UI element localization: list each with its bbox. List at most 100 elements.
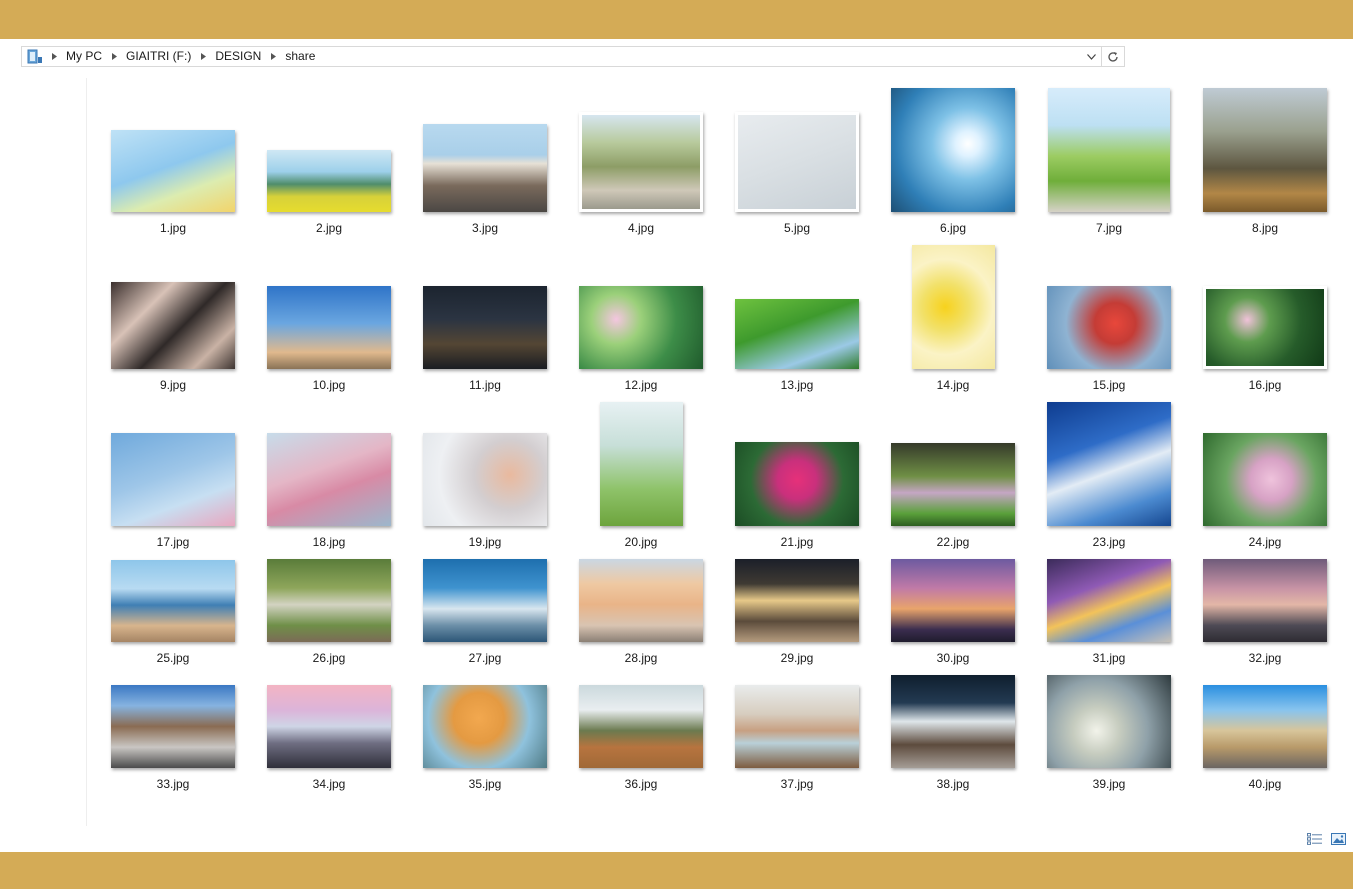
file-thumbnail[interactable] [423,433,547,526]
file-thumbnail[interactable] [579,685,703,768]
file-name-label[interactable]: 2.jpg [266,221,392,235]
file-name-label[interactable]: 36.jpg [578,777,704,791]
image-preview [891,443,1015,526]
file-thumbnail[interactable] [579,112,703,212]
image-preview [423,559,547,642]
image-preview [582,115,700,209]
file-thumbnail[interactable] [735,442,859,526]
file-name-label[interactable]: 37.jpg [734,777,860,791]
file-thumbnail[interactable] [1203,433,1327,526]
file-name-label[interactable]: 6.jpg [890,221,1016,235]
file-thumbnail[interactable] [111,130,235,212]
image-preview [111,130,235,212]
large-icons-view-icon[interactable] [1330,832,1347,845]
file-thumbnail[interactable] [1203,559,1327,642]
file-name-label[interactable]: 32.jpg [1202,651,1328,665]
file-thumbnail[interactable] [423,685,547,768]
file-name-label[interactable]: 24.jpg [1202,535,1328,549]
image-preview [423,286,547,369]
file-name-label[interactable]: 38.jpg [890,777,1016,791]
file-thumbnail[interactable] [111,685,235,768]
image-preview [579,685,703,768]
file-name-label[interactable]: 27.jpg [422,651,548,665]
file-name-label[interactable]: 10.jpg [266,378,392,392]
file-thumbnail[interactable] [267,433,391,526]
file-thumbnail[interactable] [267,559,391,642]
file-name-label[interactable]: 33.jpg [110,777,236,791]
file-thumbnail[interactable] [423,124,547,212]
file-name-label[interactable]: 22.jpg [890,535,1016,549]
file-name-label[interactable]: 16.jpg [1202,378,1328,392]
bottom-frame-band [0,852,1353,889]
file-thumbnail[interactable] [1047,402,1171,526]
file-thumbnail[interactable] [735,685,859,768]
image-preview [1047,675,1171,768]
file-name-label[interactable]: 14.jpg [890,378,1016,392]
file-thumbnail[interactable] [1203,88,1327,212]
file-name-label[interactable]: 5.jpg [734,221,860,235]
file-name-label[interactable]: 25.jpg [110,651,236,665]
file-name-label[interactable]: 17.jpg [110,535,236,549]
file-name-label[interactable]: 9.jpg [110,378,236,392]
file-name-label[interactable]: 39.jpg [1046,777,1172,791]
file-thumbnail[interactable] [1047,559,1171,642]
file-thumbnail[interactable] [912,245,995,369]
file-name-label[interactable]: 40.jpg [1202,777,1328,791]
file-name-label[interactable]: 13.jpg [734,378,860,392]
image-preview [735,559,859,642]
image-preview [738,115,856,209]
file-name-label[interactable]: 7.jpg [1046,221,1172,235]
file-name-label[interactable]: 19.jpg [422,535,548,549]
file-name-label[interactable]: 12.jpg [578,378,704,392]
image-preview [111,282,235,369]
image-preview [267,559,391,642]
file-thumbnail[interactable] [423,286,547,369]
file-name-label[interactable]: 20.jpg [578,535,704,549]
file-thumbnail[interactable] [111,433,235,526]
file-thumbnail[interactable] [1048,88,1170,212]
file-name-label[interactable]: 35.jpg [422,777,548,791]
file-thumbnail[interactable] [267,685,391,768]
file-thumbnail[interactable] [1047,286,1171,369]
details-view-icon[interactable] [1306,832,1323,845]
file-thumbnail[interactable] [891,88,1015,212]
image-preview [423,433,547,526]
file-name-label[interactable]: 3.jpg [422,221,548,235]
file-name-label[interactable]: 28.jpg [578,651,704,665]
file-thumbnail[interactable] [891,559,1015,642]
file-thumbnail[interactable] [111,282,235,369]
file-name-label[interactable]: 31.jpg [1046,651,1172,665]
image-preview [111,433,235,526]
image-preview [267,685,391,768]
image-preview [423,124,547,212]
file-name-label[interactable]: 30.jpg [890,651,1016,665]
file-thumbnail[interactable] [579,559,703,642]
file-name-label[interactable]: 23.jpg [1046,535,1172,549]
file-name-label[interactable]: 26.jpg [266,651,392,665]
file-thumbnail[interactable] [267,150,391,212]
file-thumbnail[interactable] [267,286,391,369]
file-thumbnail[interactable] [600,402,683,526]
file-thumbnail[interactable] [891,675,1015,768]
file-thumbnail[interactable] [579,286,703,369]
file-thumbnail[interactable] [735,112,859,212]
file-thumbnail[interactable] [111,560,235,642]
file-name-label[interactable]: 1.jpg [110,221,236,235]
image-preview [1203,685,1327,768]
file-name-label[interactable]: 11.jpg [422,378,548,392]
file-thumbnail[interactable] [1203,685,1327,768]
file-name-label[interactable]: 29.jpg [734,651,860,665]
file-name-label[interactable]: 8.jpg [1202,221,1328,235]
file-name-label[interactable]: 34.jpg [266,777,392,791]
file-name-label[interactable]: 4.jpg [578,221,704,235]
file-thumbnail[interactable] [891,443,1015,526]
file-grid: 1.jpg 2.jpg 3.jpg 4.jpg 5.jpg 6.jpg 7.jpg 8.jpg… [0,0,1353,889]
file-name-label[interactable]: 21.jpg [734,535,860,549]
file-name-label[interactable]: 15.jpg [1046,378,1172,392]
file-thumbnail[interactable] [1203,286,1327,369]
file-thumbnail[interactable] [423,559,547,642]
file-thumbnail[interactable] [735,559,859,642]
file-name-label[interactable]: 18.jpg [266,535,392,549]
file-thumbnail[interactable] [1047,675,1171,768]
file-thumbnail[interactable] [735,299,859,369]
